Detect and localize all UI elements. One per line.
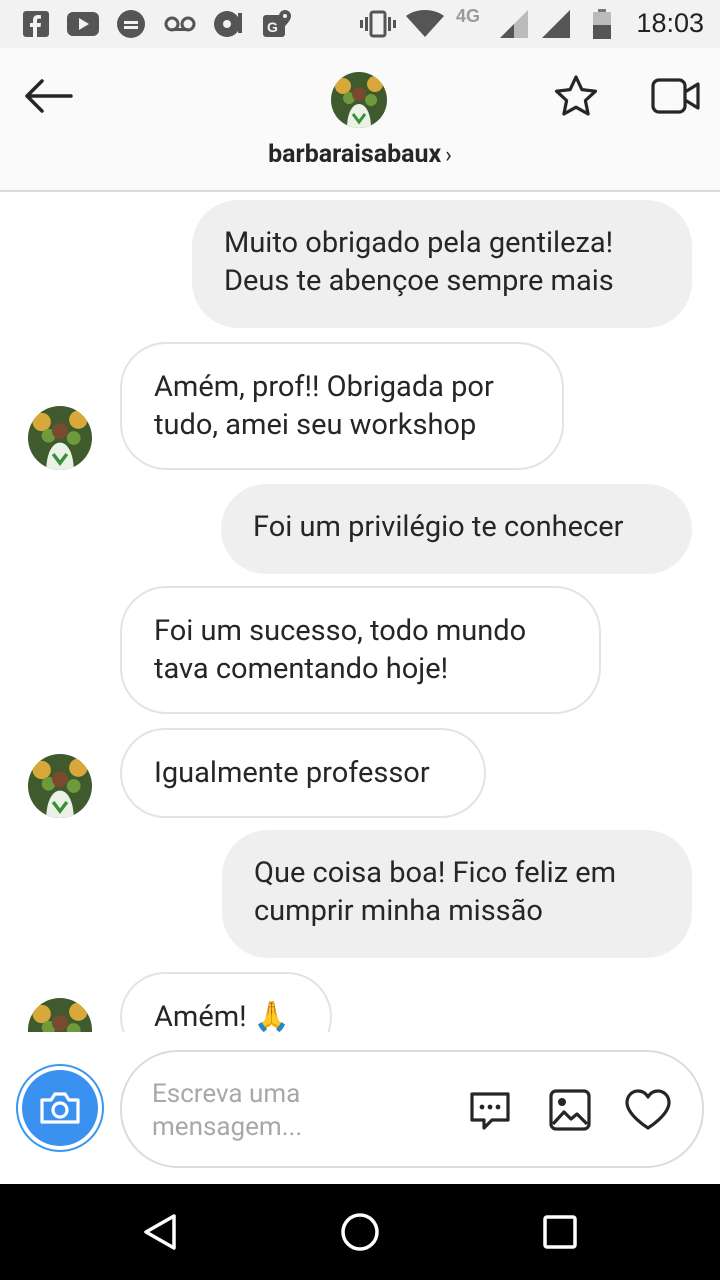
chat-username[interactable]: barbaraisabaux › xyxy=(0,140,720,169)
message-sent[interactable]: Muito obrigado pela gentileza! Deus te a… xyxy=(192,200,692,328)
message-input[interactable]: Escreva uma mensagem... xyxy=(120,1050,704,1168)
nav-recents-button[interactable] xyxy=(536,1208,584,1256)
video-call-button[interactable] xyxy=(648,72,704,120)
like-button[interactable] xyxy=(624,1086,672,1134)
message-received[interactable]: Foi um sucesso, todo mundo tava comentan… xyxy=(120,586,601,714)
message-list[interactable]: Muito obrigado pela gentileza! Deus te a… xyxy=(0,194,720,1032)
message-text-line: cumprir minha missão xyxy=(254,894,543,928)
favorite-button[interactable] xyxy=(550,70,602,122)
video-call-icon xyxy=(651,78,700,114)
sender-avatar[interactable] xyxy=(28,998,92,1032)
message-text-line: Muito obrigado pela gentileza! xyxy=(224,226,614,260)
message-text-line: tudo, amei seu workshop xyxy=(154,408,477,442)
signal-icon-2 xyxy=(542,10,572,38)
message-composer: Escreva uma mensagem... xyxy=(0,1032,720,1184)
back-button[interactable] xyxy=(20,72,76,120)
message-received[interactable]: Igualmente professor xyxy=(120,728,486,818)
circle-home-icon xyxy=(341,1213,379,1251)
chat-options-button[interactable] xyxy=(466,1086,514,1134)
chat-options-icon xyxy=(470,1092,510,1130)
chat-header: barbaraisabaux › xyxy=(0,48,720,192)
message-text-line: Amém, prof!! Obrigada por xyxy=(154,370,494,404)
signal-icon xyxy=(500,10,530,38)
network-type: 4G xyxy=(456,6,481,26)
message-text-line: Foi um privilégio te conhecer xyxy=(253,510,624,544)
system-nav-bar xyxy=(0,1184,720,1280)
chevron-right-icon: › xyxy=(445,143,452,168)
placeholder-line: Escreva uma xyxy=(152,1079,301,1109)
message-text-line: Que coisa boa! Fico feliz em xyxy=(254,856,617,890)
message-sent[interactable]: Foi um privilégio te conhecer xyxy=(221,484,692,574)
sender-avatar[interactable] xyxy=(28,406,92,470)
camera-button[interactable] xyxy=(16,1064,104,1152)
gallery-icon xyxy=(549,1089,591,1131)
message-received[interactable]: Amém, prof!! Obrigada por tudo, amei seu… xyxy=(120,342,564,470)
status-bar: G 4G 18:03 xyxy=(0,0,720,48)
battery-icon xyxy=(592,9,612,39)
star-icon xyxy=(554,75,598,116)
youtube-icon xyxy=(66,10,100,38)
vibrate-icon xyxy=(360,10,396,38)
square-recents-icon xyxy=(543,1215,577,1249)
message-input-placeholder: Escreva uma mensagem... xyxy=(152,1078,352,1144)
message-sent[interactable]: Que coisa boa! Fico feliz em cumprir min… xyxy=(222,830,692,958)
sender-avatar[interactable] xyxy=(28,754,92,818)
message-text-line: Foi um sucesso, todo mundo xyxy=(154,614,527,648)
heart-icon xyxy=(625,1089,671,1130)
voicemail-icon xyxy=(164,10,196,38)
message-text-line: Amém! 🙏 xyxy=(154,1000,290,1032)
nav-back-button[interactable] xyxy=(136,1208,184,1256)
placeholder-line: mensagem... xyxy=(152,1112,303,1142)
message-received[interactable]: Amém! 🙏 xyxy=(120,972,332,1032)
svg-text:G: G xyxy=(267,19,278,35)
facebook-icon xyxy=(22,10,50,38)
message-text-line: tava comentando hoje! xyxy=(154,652,449,686)
triangle-back-icon xyxy=(144,1214,176,1250)
maps-icon: G xyxy=(262,10,292,38)
media-icon xyxy=(212,10,244,38)
nav-home-button[interactable] xyxy=(336,1208,384,1256)
message-text-line: Deus te abençoe sempre mais xyxy=(224,264,614,298)
message-text-line: Igualmente professor xyxy=(154,756,430,790)
wifi-icon xyxy=(406,10,444,38)
gallery-button[interactable] xyxy=(546,1086,594,1134)
back-arrow-icon xyxy=(25,79,73,113)
camera-icon xyxy=(22,1070,98,1146)
profile-avatar[interactable] xyxy=(331,72,387,128)
clock: 18:03 xyxy=(636,8,704,38)
download-icon xyxy=(116,10,146,38)
username-label: barbaraisabaux xyxy=(268,140,442,169)
